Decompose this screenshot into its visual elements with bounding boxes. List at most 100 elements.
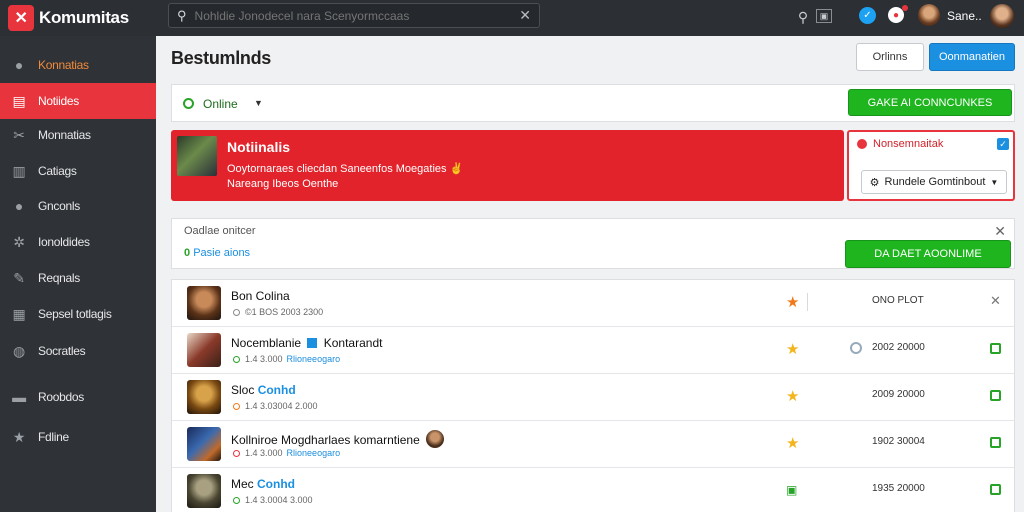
list-item[interactable]: Nocemblanie Kontarandt 1.4 3.000 Rlioneeo… [172, 327, 1014, 374]
close-icon[interactable]: ✕ [990, 293, 1001, 309]
sidebar-item-monnatias[interactable]: ✂ Monnatias [0, 117, 156, 153]
row-title-highlight[interactable]: Conhd [257, 477, 295, 491]
close-icon[interactable]: ✕ [994, 223, 1006, 240]
star-icon: ★ [12, 428, 26, 445]
clock-icon [233, 309, 240, 316]
sidebar-item-label: Konnatias [38, 58, 89, 72]
sidebar-item-label: Ionoldides [38, 235, 90, 249]
search-bar[interactable]: ⚲ ✕ [168, 3, 540, 28]
checkbox[interactable]: ✓ [997, 138, 1009, 150]
row-meta: ©1 BOS 2003 2300 [233, 307, 323, 317]
sidebar: ● Konnatias ▤ Notiides ✂ Monnatias ▥ Cat… [0, 36, 156, 512]
search-icon[interactable]: ⚲ [792, 6, 814, 28]
twitter-icon[interactable]: ✓ [859, 7, 876, 24]
row-title: Nocemblanie Kontarandt [231, 336, 382, 350]
inbox-icon: ▤ [12, 92, 26, 109]
profile-avatar[interactable] [990, 4, 1014, 28]
list-item[interactable]: Kollniroe Mogdharlaes komarntiene 1.4 3.… [172, 421, 1014, 468]
close-icon[interactable]: ✕ [519, 7, 531, 24]
grid-icon: ▥ [12, 162, 26, 179]
row-thumbnail [187, 380, 221, 414]
row-meta: 1.4 3.03004 2.000 [233, 401, 318, 411]
star-icon[interactable]: ★ [786, 293, 799, 311]
alert-message: Ooytornaraes cliecdan Saneenfos Moegatie… [227, 162, 463, 175]
checkbox[interactable] [990, 343, 1001, 354]
badge-icon [307, 338, 318, 348]
checkbox[interactable] [990, 484, 1001, 495]
sidebar-item-roobdos[interactable]: ▬ Roobdos [0, 379, 156, 415]
activity-list: Bon Colina ©1 BOS 2003 2300 ★ ONO PLOT ✕… [171, 279, 1015, 512]
avatar[interactable] [918, 4, 940, 26]
sidebar-item-catiags[interactable]: ▥ Catiags [0, 153, 156, 189]
chevron-down-icon[interactable]: ▼ [254, 98, 263, 108]
row-title-highlight[interactable]: Conhd [258, 383, 296, 397]
top-bar: ✕ Komumitas ⚲ ✕ ⚲ ▣ ✓ ● Sane.. [0, 0, 1024, 36]
checkbox[interactable] [990, 390, 1001, 401]
row-title-text: Nocemblanie [231, 336, 302, 350]
list-item[interactable]: Sloc Conhd 1.4 3.03004 2.000 ★ 2009 2000… [172, 374, 1014, 421]
page-title: Bestumlnds [171, 48, 272, 68]
gear-icon: ✲ [13, 233, 25, 250]
sync-icon[interactable] [850, 342, 862, 354]
search-icon: ⚲ [177, 7, 187, 23]
row-title: Sloc Conhd [231, 383, 296, 397]
video-icon[interactable]: ▣ [786, 483, 797, 497]
window-icon[interactable]: ▣ [816, 9, 832, 23]
online-panel-sub-text: Pasie aions [193, 247, 251, 259]
row-title-badge: Kontarandt [323, 336, 383, 350]
primary-button[interactable]: Oonmanatien [929, 43, 1015, 71]
globe-icon: ◍ [13, 342, 25, 359]
notice-title: Nonsemnaitak [873, 138, 944, 150]
online-count-icon: 0 [184, 247, 194, 259]
row-meta-text: 1.4 3.0004 3.000 [245, 495, 313, 505]
sidebar-item-label: Catiags [38, 164, 77, 178]
connect-button[interactable]: GAKE AI CONNCUNKES [848, 89, 1012, 116]
checkbox[interactable] [990, 437, 1001, 448]
star-icon[interactable]: ★ [786, 387, 799, 405]
alert-message-2: Nareang Ibeos Oenthe [227, 178, 339, 190]
clock-icon [233, 450, 240, 457]
row-meta-text: 1.4 3.000 [245, 448, 283, 458]
wrench-icon: ✎ [13, 269, 25, 286]
row-meta: 1.4 3.0004 3.000 [233, 495, 313, 505]
sidebar-item-notiides[interactable]: ▤ Notiides [0, 83, 156, 119]
chevron-down-icon: ▼ [990, 177, 999, 187]
divider [807, 293, 808, 311]
row-link[interactable]: Rlioneeogaro [287, 448, 341, 458]
list-item[interactable]: Mec Conhd 1.4 3.0004 3.000 ▣ 1935 20000 [172, 468, 1014, 512]
sidebar-item-gnconls[interactable]: ● Gnconls [0, 188, 156, 224]
comment-icon: ● [14, 57, 24, 73]
check-icon [233, 497, 240, 504]
sidebar-item-konnatias[interactable]: ● Konnatias [0, 47, 156, 83]
notice-select[interactable]: ⚙ Rundele Gomtinbout ▼ [861, 170, 1007, 194]
avatar [426, 430, 445, 448]
alert-icon [857, 139, 867, 149]
row-value: 1902 30004 [872, 436, 925, 447]
sidebar-item-ionoldides[interactable]: ✲ Ionoldides [0, 224, 156, 260]
secondary-button[interactable]: Orlinns [856, 43, 924, 71]
online-action-button[interactable]: DA DAET AOONLIME [845, 240, 1011, 268]
sidebar-item-sepsel-totlagis[interactable]: ▦ Sepsel totlagis [0, 296, 156, 332]
row-title-text: Mec [231, 477, 254, 491]
sidebar-item-fdline[interactable]: ★ Fdline [0, 419, 156, 455]
star-icon[interactable]: ★ [786, 340, 799, 358]
folder-icon: ▬ [12, 389, 26, 405]
app-brand[interactable]: ✕ Komumitas [0, 0, 156, 36]
online-status-icon [183, 98, 194, 109]
alert-message-text: Ooytornaraes cliecdan Saneenfos Moegatie… [227, 163, 447, 175]
tools-icon: ✂ [13, 126, 25, 143]
sidebar-item-reqnals[interactable]: ✎ Reqnals [0, 260, 156, 296]
star-icon[interactable]: ★ [786, 434, 799, 452]
user-name[interactable]: Sane.. [947, 9, 982, 23]
row-thumbnail [187, 427, 221, 461]
row-thumbnail [187, 474, 221, 508]
row-title-text: Kollniroe Mogdharlaes komarntiene [231, 433, 420, 447]
row-title: Mec Conhd [231, 477, 295, 491]
row-thumbnail [187, 286, 221, 320]
online-panel-header: Oadlae onitcer [184, 225, 256, 237]
search-input[interactable] [194, 8, 520, 23]
status-label[interactable]: Online [203, 97, 238, 111]
list-item[interactable]: Bon Colina ©1 BOS 2003 2300 ★ ONO PLOT ✕ [172, 280, 1014, 327]
row-link[interactable]: Rlioneeogaro [287, 354, 341, 364]
sidebar-item-socratles[interactable]: ◍ Socratles [0, 333, 156, 369]
